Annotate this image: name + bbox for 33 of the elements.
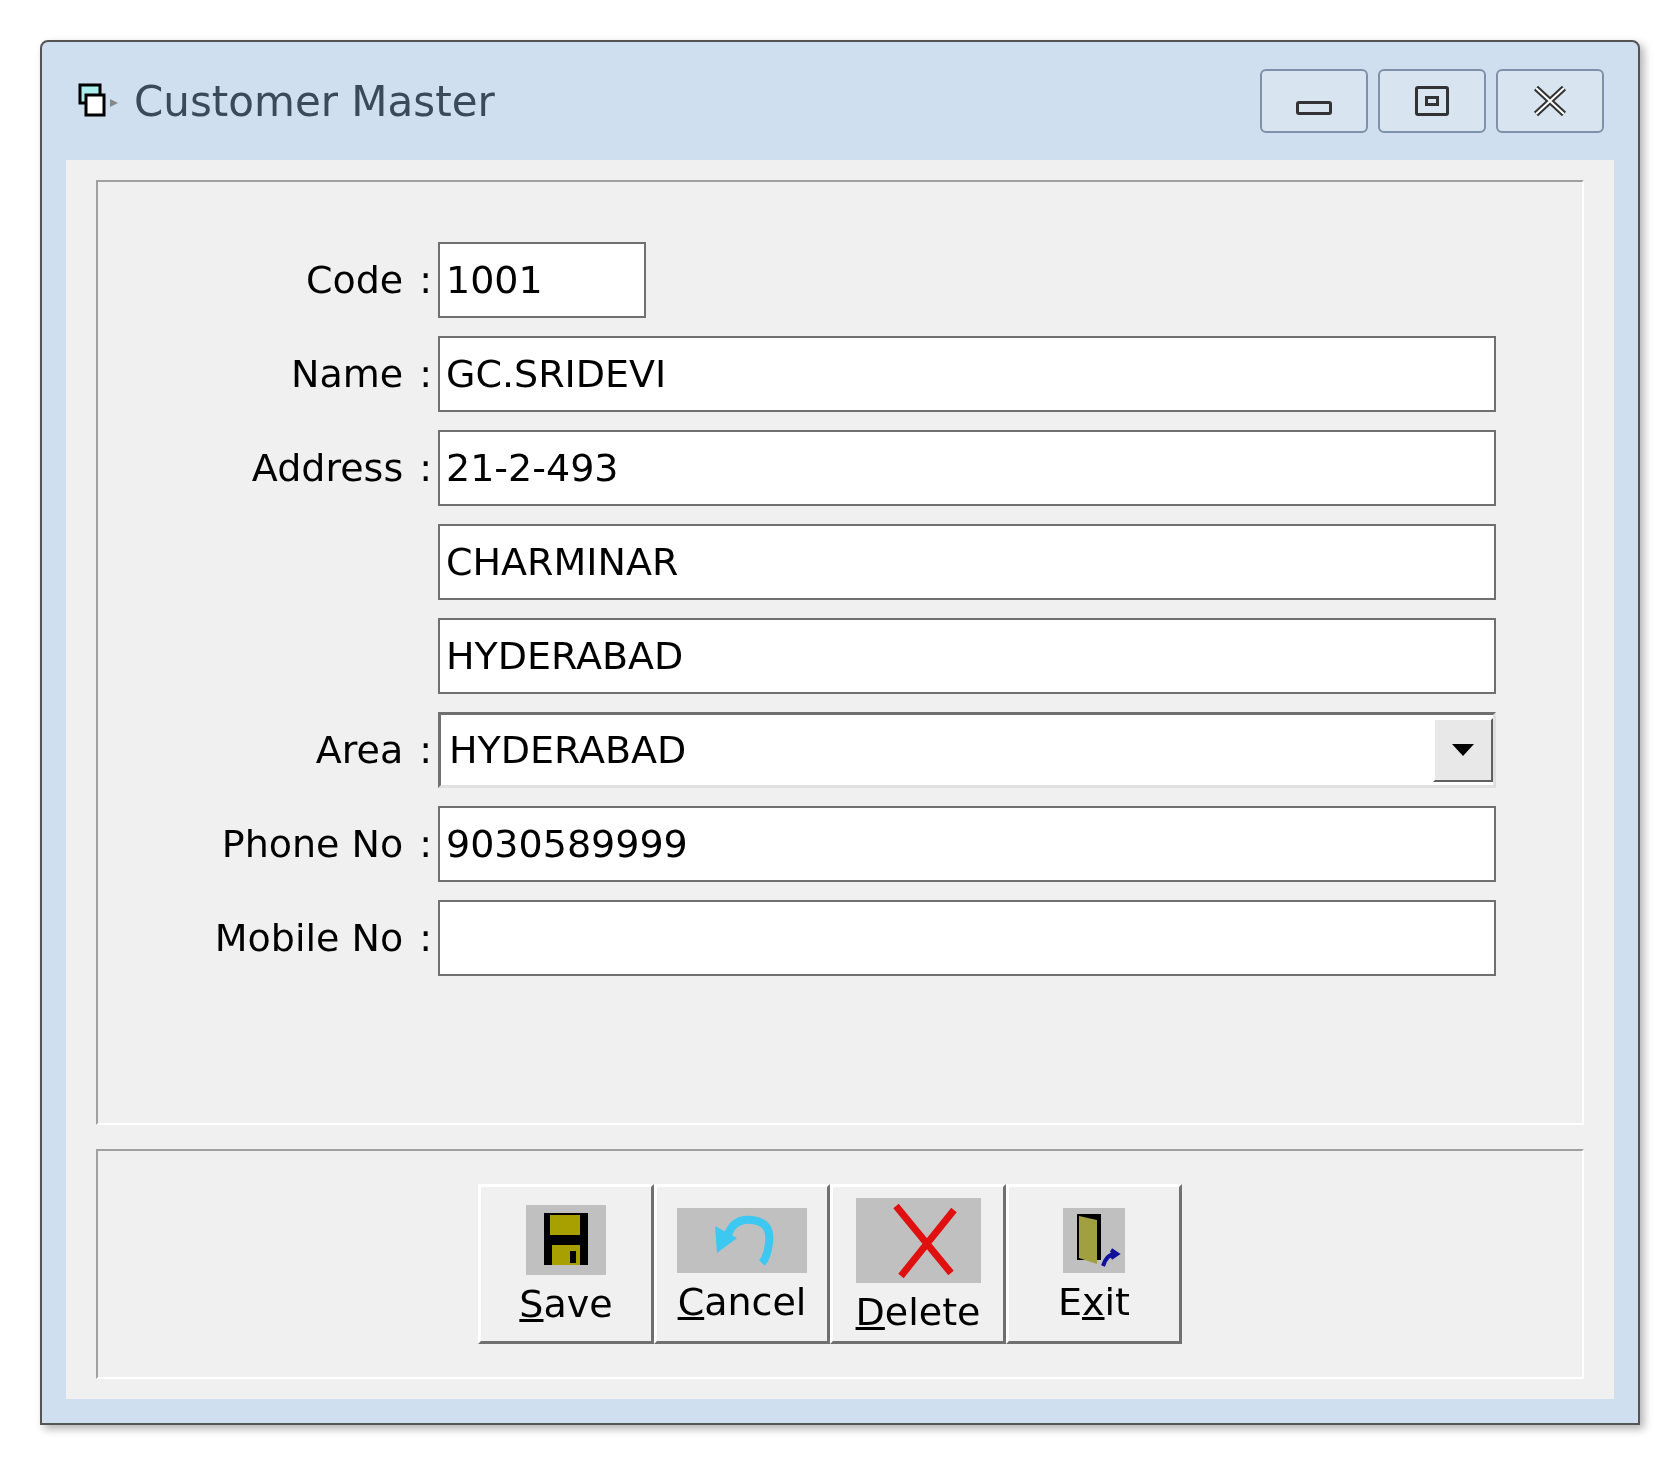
door-exit-icon bbox=[1063, 1207, 1125, 1273]
toolbar-button[interactable]: Delete bbox=[830, 1184, 1006, 1344]
field-colon: : bbox=[419, 256, 432, 304]
close-icon bbox=[1532, 85, 1568, 117]
field-colon: : bbox=[419, 914, 432, 962]
toolbar-button[interactable]: Cancel bbox=[654, 1184, 830, 1344]
window-title: Customer Master bbox=[134, 75, 496, 128]
maximize-button[interactable] bbox=[1378, 69, 1486, 133]
cross-icon bbox=[855, 1197, 981, 1283]
field-label: Area bbox=[315, 726, 404, 774]
caret-icon bbox=[1452, 744, 1474, 756]
toolbar-button[interactable]: Save bbox=[478, 1184, 654, 1344]
minimize-button[interactable] bbox=[1260, 69, 1368, 133]
input-field[interactable]: 9030589999 bbox=[438, 806, 1496, 882]
field-label: Name bbox=[291, 350, 404, 398]
field-label: Address bbox=[251, 444, 404, 492]
close-button[interactable] bbox=[1496, 69, 1604, 133]
field-colon: : bbox=[419, 820, 432, 868]
input-field[interactable]: CHARMINAR bbox=[438, 524, 1496, 600]
area-dropdown[interactable]: HYDERABAD bbox=[438, 712, 1496, 788]
field-label: Mobile No bbox=[214, 914, 404, 962]
input-field[interactable]: HYDERABAD bbox=[438, 618, 1496, 694]
field-colon: : bbox=[419, 444, 432, 492]
field-label: Phone No bbox=[221, 820, 404, 868]
field-label: Code bbox=[305, 256, 404, 304]
input-field[interactable]: GC.SRIDEVI bbox=[438, 336, 1496, 412]
input-field[interactable] bbox=[438, 900, 1496, 976]
field-colon: : bbox=[419, 350, 432, 398]
toolbar-button[interactable]: Exit bbox=[1006, 1184, 1182, 1344]
input-field[interactable]: 1001 bbox=[438, 242, 646, 318]
field-colon: : bbox=[419, 726, 432, 774]
dropdown-arrow-button[interactable] bbox=[1433, 718, 1493, 782]
input-field[interactable]: 21-2-493 bbox=[438, 430, 1496, 506]
